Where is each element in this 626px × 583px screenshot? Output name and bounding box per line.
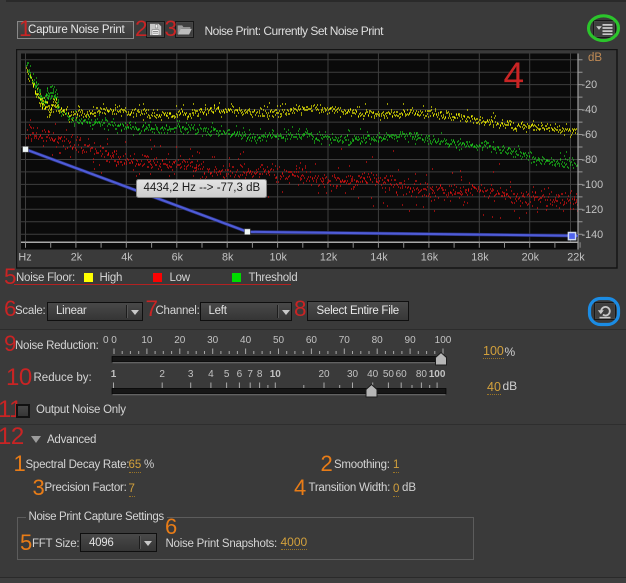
svg-text:6: 6 <box>237 369 243 380</box>
svg-text:60: 60 <box>396 369 408 380</box>
svg-text:40: 40 <box>240 335 252 346</box>
svg-text:4k: 4k <box>121 252 133 264</box>
svg-text:2: 2 <box>159 369 165 380</box>
svg-text:3: 3 <box>188 369 194 380</box>
svg-text:dB: dB <box>588 52 602 64</box>
svg-text:80: 80 <box>372 335 384 346</box>
svg-text:12k: 12k <box>320 252 338 264</box>
svg-text:90: 90 <box>405 335 417 346</box>
svg-text:-120: -120 <box>582 204 604 216</box>
svg-text:6k: 6k <box>172 252 184 264</box>
svg-text:30: 30 <box>347 369 359 380</box>
svg-text:0: 0 <box>103 335 109 346</box>
svg-text:-40: -40 <box>582 104 598 116</box>
svg-text:10: 10 <box>270 369 282 380</box>
svg-text:2k: 2k <box>71 252 83 264</box>
svg-text:Hz: Hz <box>18 252 31 264</box>
svg-text:-20: -20 <box>582 79 598 91</box>
svg-text:20: 20 <box>174 335 186 346</box>
svg-text:-80: -80 <box>582 154 598 166</box>
svg-text:30: 30 <box>207 335 219 346</box>
svg-text:100: 100 <box>429 369 446 380</box>
svg-text:-60: -60 <box>582 129 598 141</box>
svg-text:60: 60 <box>306 335 318 346</box>
svg-text:20k: 20k <box>522 252 540 264</box>
svg-text:5: 5 <box>224 369 230 380</box>
svg-text:-140: -140 <box>582 229 604 241</box>
svg-text:70: 70 <box>339 335 351 346</box>
svg-text:10k: 10k <box>269 252 287 264</box>
svg-text:4: 4 <box>208 369 214 380</box>
svg-text:-100: -100 <box>582 179 604 191</box>
svg-text:10: 10 <box>141 335 153 346</box>
svg-text:8: 8 <box>257 369 263 380</box>
svg-text:1: 1 <box>111 369 117 380</box>
svg-text:16k: 16k <box>421 252 439 264</box>
svg-text:50: 50 <box>383 369 395 380</box>
svg-text:14k: 14k <box>370 252 388 264</box>
svg-text:22k: 22k <box>567 252 585 264</box>
svg-text:0: 0 <box>111 335 117 346</box>
svg-text:8k: 8k <box>222 252 234 264</box>
svg-text:18k: 18k <box>471 252 489 264</box>
svg-text:7: 7 <box>247 369 253 380</box>
svg-text:100: 100 <box>435 335 452 346</box>
svg-text:20: 20 <box>318 369 330 380</box>
svg-text:40: 40 <box>367 369 379 380</box>
svg-text:80: 80 <box>416 369 428 380</box>
svg-text:50: 50 <box>273 335 285 346</box>
